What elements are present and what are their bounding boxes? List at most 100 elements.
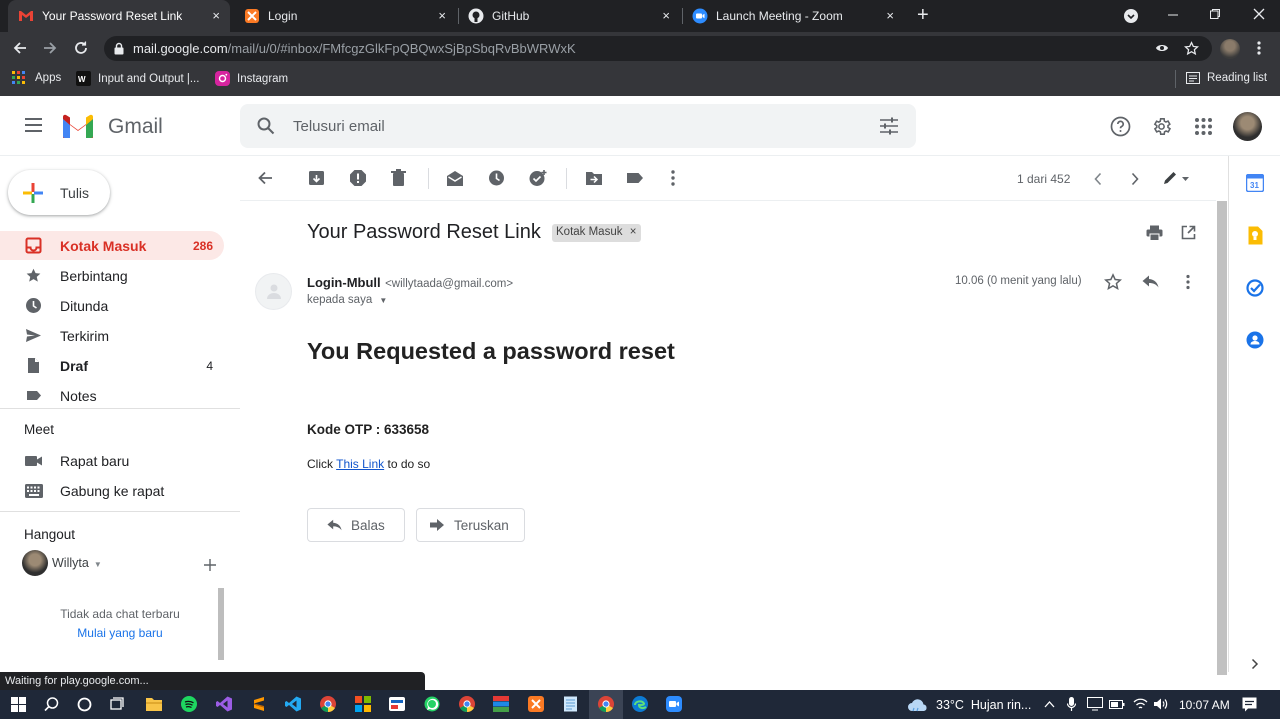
bookmark-star-icon[interactable] — [1184, 41, 1199, 56]
tracking-eye-icon[interactable] — [1155, 42, 1169, 54]
bookmark-instagram[interactable]: Instagram — [215, 71, 288, 86]
delete-trash-icon[interactable] — [391, 169, 406, 187]
chrome-active-icon[interactable] — [598, 696, 614, 712]
tab-search-icon[interactable] — [1123, 8, 1139, 24]
file-explorer-icon[interactable] — [146, 697, 162, 711]
sender-email[interactable]: <willytaada@gmail.com> — [385, 278, 513, 290]
back-to-inbox-icon[interactable] — [257, 169, 273, 187]
meet-join-meeting[interactable]: Gabung ke rapat — [0, 476, 224, 505]
sender-avatar[interactable] — [255, 273, 292, 310]
office-apps-icon[interactable] — [355, 696, 371, 712]
weather-text[interactable]: 33°C Hujan rin... — [936, 698, 1031, 712]
nav-item-snoozed[interactable]: Ditunda — [0, 291, 224, 320]
bookmark-input-output[interactable]: W Input and Output |... — [76, 71, 199, 86]
report-spam-icon[interactable] — [349, 169, 367, 187]
chrome-icon[interactable] — [320, 696, 336, 712]
reload-icon[interactable] — [73, 40, 89, 56]
open-new-window-icon[interactable] — [1181, 225, 1196, 240]
wifi-icon[interactable] — [1133, 697, 1148, 711]
help-icon[interactable] — [1110, 116, 1131, 137]
input-tools-pen-icon[interactable] — [1162, 171, 1190, 187]
browser-menu-icon[interactable] — [1256, 40, 1262, 56]
older-chevron-icon[interactable] — [1130, 172, 1140, 186]
inbox-label-chip[interactable]: Kotak Masuk × — [552, 224, 642, 242]
new-tab-button[interactable]: + — [917, 5, 929, 25]
tab-close-icon[interactable]: × — [438, 9, 446, 23]
tab-close-icon[interactable]: × — [212, 9, 220, 23]
back-icon[interactable] — [12, 40, 28, 56]
tab-close-icon[interactable]: × — [662, 9, 670, 23]
tab-github[interactable]: GitHub × — [458, 0, 680, 32]
taskbar-clock[interactable]: 10:07 AM — [1179, 698, 1230, 712]
notepad-icon[interactable] — [563, 696, 579, 712]
visual-studio-icon[interactable] — [216, 696, 232, 712]
message-scrollbar[interactable] — [1217, 201, 1227, 675]
gmail-logo-icon[interactable] — [61, 114, 95, 139]
reading-list-button[interactable]: Reading list — [1186, 71, 1267, 85]
weather-cloud-icon[interactable] — [907, 697, 929, 712]
tab-close-icon[interactable]: × — [886, 9, 894, 23]
sender-name[interactable]: Login-Mbull — [307, 275, 381, 290]
cortana-icon[interactable] — [77, 697, 92, 712]
windows-start-icon[interactable] — [11, 697, 26, 712]
vscode-icon[interactable] — [285, 696, 301, 712]
hangout-user-avatar[interactable] — [22, 550, 48, 576]
keep-icon[interactable] — [1247, 226, 1263, 245]
archive-icon[interactable] — [308, 169, 325, 187]
taskbar-search-icon[interactable] — [44, 697, 59, 712]
news-app-icon[interactable] — [389, 696, 405, 712]
print-all-icon[interactable] — [1146, 225, 1163, 241]
url-text[interactable]: mail.google.com/mail/u/0/#inbox/FMfcgzGl… — [133, 41, 576, 56]
hangout-scrollbar[interactable] — [218, 588, 224, 660]
account-avatar[interactable] — [1233, 112, 1262, 141]
add-hangout-icon[interactable] — [204, 559, 216, 571]
tab-password-reset[interactable]: Your Password Reset Link - willyt × — [8, 0, 230, 32]
recipient-line[interactable]: kepada saya ▼ — [307, 294, 387, 306]
volume-icon[interactable] — [1153, 697, 1168, 711]
display-icon[interactable] — [1087, 697, 1103, 711]
start-new-chat-link[interactable]: Mulai yang baru — [0, 626, 240, 640]
tasks-icon[interactable] — [1246, 279, 1264, 297]
archive-manager-icon[interactable] — [493, 696, 509, 712]
more-vert-icon[interactable] — [670, 169, 676, 187]
reset-link[interactable]: This Link — [336, 457, 384, 471]
snooze-clock-icon[interactable] — [488, 169, 505, 187]
chip-remove-icon[interactable]: × — [630, 226, 637, 238]
whatsapp-icon[interactable] — [424, 696, 440, 712]
spotify-icon[interactable] — [181, 696, 197, 712]
labels-icon[interactable] — [626, 169, 644, 187]
battery-icon[interactable] — [1109, 698, 1125, 710]
window-close-icon[interactable] — [1252, 7, 1266, 21]
sublime-icon[interactable] — [251, 696, 267, 712]
maximize-icon[interactable] — [1209, 8, 1221, 20]
mark-unread-icon[interactable] — [446, 169, 464, 187]
search-options-icon[interactable] — [879, 117, 899, 135]
bookmark-apps[interactable]: Apps — [12, 71, 61, 85]
search-icon[interactable] — [257, 117, 275, 135]
profile-avatar[interactable] — [1220, 39, 1240, 59]
message-more-icon[interactable] — [1185, 274, 1191, 290]
nav-item-starred[interactable]: Berbintang — [0, 261, 224, 290]
tray-chevron-up-icon[interactable] — [1044, 700, 1055, 708]
task-view-icon[interactable] — [110, 697, 126, 712]
meet-new-meeting[interactable]: Rapat baru — [0, 446, 224, 475]
calendar-icon[interactable]: 31 — [1246, 174, 1264, 192]
xampp-icon[interactable] — [528, 696, 544, 712]
nav-item-sent[interactable]: Terkirim — [0, 321, 224, 350]
star-message-icon[interactable] — [1104, 273, 1122, 291]
lock-icon[interactable] — [113, 42, 125, 55]
newer-chevron-icon[interactable] — [1093, 172, 1103, 186]
nav-item-inbox[interactable]: Kotak Masuk 286 — [0, 231, 224, 260]
settings-gear-icon[interactable] — [1151, 116, 1172, 137]
tab-zoom[interactable]: Launch Meeting - Zoom × — [682, 0, 904, 32]
show-side-panel-chevron-icon[interactable] — [1251, 658, 1259, 670]
forward-button[interactable]: Teruskan — [416, 508, 525, 542]
chrome-profile-icon[interactable] — [459, 696, 475, 712]
search-input[interactable]: Telusuri email — [293, 118, 385, 135]
tab-login[interactable]: Login × — [234, 0, 456, 32]
main-menu-icon[interactable] — [24, 117, 43, 133]
compose-button[interactable]: Tulis — [8, 170, 110, 215]
nav-item-notes[interactable]: Notes — [0, 381, 224, 410]
nav-item-drafts[interactable]: Draf 4 — [0, 351, 224, 380]
google-apps-icon[interactable] — [1195, 118, 1212, 135]
